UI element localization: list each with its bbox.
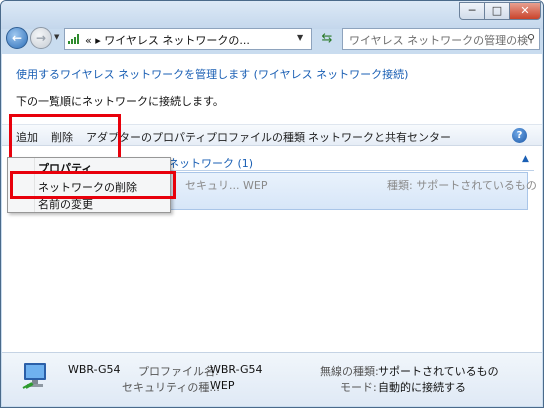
page-subtitle: 下の一覧順にネットワークに接続します。 [16,95,224,108]
wireless-computer-icon [22,363,46,389]
details-pane: WBR-G54 プロファイル名: WBR-G54 セキュリティの種... WEP… [2,352,542,406]
detail-profile-label: プロファイル名: [138,365,219,378]
content-pane: 使用するワイヤレス ネットワークを管理します (ワイヤレス ネットワーク接続) … [2,54,542,406]
detail-profile-value: WBR-G54 [210,363,263,376]
search-icon[interactable]: ⚲ [527,32,535,45]
highlight-delete-item [10,171,176,199]
detail-mode-label: モード: [340,381,377,394]
detail-security-value: WEP [210,379,235,392]
address-bar[interactable]: « ▸ ワイヤレス ネットワークの... ▼ [64,28,312,50]
network-icon [68,34,79,44]
manage-networks-link[interactable]: 使用するワイヤレス ネットワークを管理します (ワイヤレス ネットワーク接続) [16,66,408,82]
chevron-down-icon[interactable]: ▼ [297,33,303,42]
address-path: « ▸ ワイヤレス ネットワークの... [85,34,250,47]
search-placeholder: ワイヤレス ネットワークの管理の検索 [349,34,529,47]
detail-radio-label: 無線の種類: [320,365,379,378]
detail-radio-value: サポートされているもの [378,365,499,378]
profile-types-button[interactable]: プロファイルの種類 [206,129,305,145]
back-button[interactable]: ← [6,27,28,49]
detail-mode-value: 自動的に接続する [378,381,466,394]
search-input[interactable]: ワイヤレス ネットワークの管理の検索 ⚲ [342,28,540,50]
recent-pages-dropdown[interactable]: ▼ [54,33,62,43]
title-bar: ─ □ ✕ [1,1,543,29]
network-security: セキュリ... WEP [185,179,268,192]
highlight-network-icon [9,114,121,160]
detail-security-label: セキュリティの種... [122,381,220,394]
header-area: 使用するワイヤレス ネットワークを管理します (ワイヤレス ネットワーク接続) … [2,54,542,114]
collapse-icon[interactable]: ▲ [522,154,529,164]
minimize-button[interactable]: ─ [459,2,485,20]
network-center-button[interactable]: ネットワークと共有センター [308,129,451,145]
maximize-button[interactable]: □ [484,2,510,20]
help-icon[interactable]: ? [512,128,527,143]
refresh-button[interactable]: ⇆ [316,29,338,49]
forward-button[interactable]: → [30,27,52,49]
close-button[interactable]: ✕ [509,2,541,20]
detail-network-name: WBR-G54 [68,363,121,376]
network-type: 種類: サポートされているもの [387,179,537,192]
